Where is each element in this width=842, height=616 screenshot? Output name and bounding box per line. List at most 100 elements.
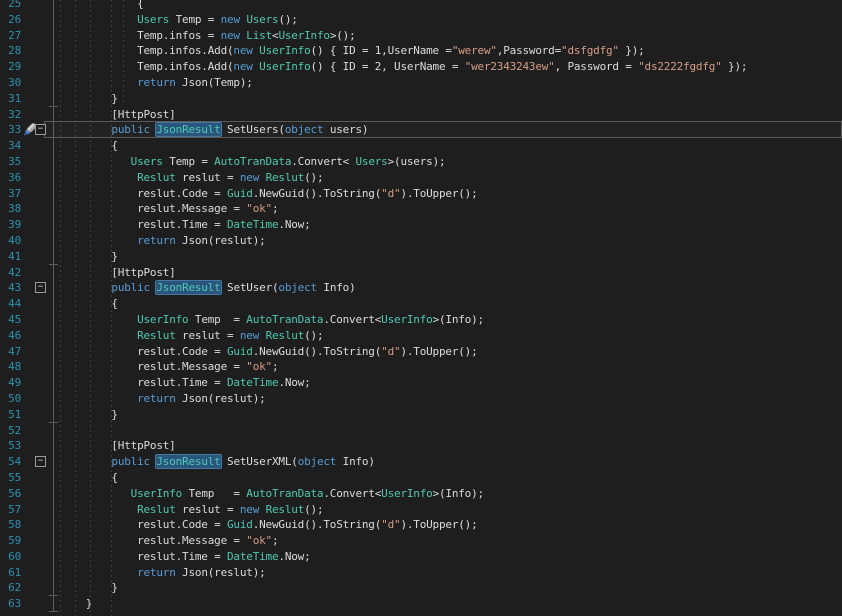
code-text[interactable]: return Json(reslut); [60, 391, 842, 407]
line-number[interactable]: 32 [0, 107, 22, 123]
fold-collapse-button[interactable]: − [35, 124, 46, 135]
code-text[interactable]: } [60, 596, 842, 612]
line-number[interactable]: 58 [0, 517, 22, 533]
glyph-margin[interactable] [22, 201, 44, 217]
line-number[interactable]: 41 [0, 249, 22, 265]
code-line[interactable]: 63 } [0, 596, 842, 612]
code-line[interactable]: 60 reslut.Time = DateTime.Now; [0, 549, 842, 565]
code-line[interactable]: 28 Temp.infos.Add(new UserInfo() { ID = … [0, 43, 842, 59]
glyph-margin[interactable] [22, 407, 44, 423]
code-line[interactable]: 40 return Json(reslut); [0, 233, 842, 249]
code-text[interactable]: } [60, 580, 842, 596]
line-number[interactable]: 49 [0, 375, 22, 391]
code-text[interactable]: reslut.Time = DateTime.Now; [60, 549, 842, 565]
code-line[interactable]: 46 Reslut reslut = new Reslut(); [0, 328, 842, 344]
code-line[interactable]: 38 reslut.Message = "ok"; [0, 201, 842, 217]
code-line[interactable]: 43− public JsonResult SetUser(object Inf… [0, 280, 842, 296]
line-number[interactable]: 60 [0, 549, 22, 565]
code-line[interactable]: 47 reslut.Code = Guid.NewGuid().ToString… [0, 344, 842, 360]
glyph-margin[interactable] [22, 186, 44, 202]
line-number[interactable]: 42 [0, 265, 22, 281]
glyph-margin[interactable] [22, 296, 44, 312]
glyph-margin[interactable] [22, 438, 44, 454]
glyph-margin[interactable] [22, 580, 44, 596]
line-number[interactable]: 34 [0, 138, 22, 154]
glyph-margin[interactable] [22, 154, 44, 170]
code-text[interactable]: { [60, 470, 842, 486]
fold-collapse-button[interactable]: − [35, 456, 46, 467]
code-text[interactable]: return Json(Temp); [60, 75, 842, 91]
line-number[interactable]: 40 [0, 233, 22, 249]
glyph-margin[interactable] [22, 12, 44, 28]
line-number[interactable]: 52 [0, 423, 22, 439]
code-text[interactable]: } [60, 249, 842, 265]
glyph-margin[interactable] [22, 423, 44, 439]
glyph-margin[interactable] [22, 565, 44, 581]
code-text[interactable]: { [60, 0, 842, 12]
code-line[interactable]: 39 reslut.Time = DateTime.Now; [0, 217, 842, 233]
glyph-margin[interactable] [22, 533, 44, 549]
code-text[interactable]: { [60, 296, 842, 312]
code-text[interactable]: reslut.Code = Guid.NewGuid().ToString("d… [60, 344, 842, 360]
code-line[interactable]: 52 [0, 423, 842, 439]
glyph-margin[interactable] [22, 502, 44, 518]
code-line[interactable]: 58 reslut.Code = Guid.NewGuid().ToString… [0, 517, 842, 533]
line-number[interactable]: 54 [0, 454, 22, 470]
code-line[interactable]: 42 [HttpPost] [0, 265, 842, 281]
code-text[interactable]: { [60, 138, 842, 154]
code-line[interactable]: 33 − public JsonResult SetUsers(object u… [0, 122, 842, 138]
code-line[interactable]: 26 Users Temp = new Users(); [0, 12, 842, 28]
line-number[interactable]: 53 [0, 438, 22, 454]
line-number[interactable]: 25 [0, 0, 22, 12]
line-number[interactable]: 56 [0, 486, 22, 502]
glyph-margin[interactable] [22, 375, 44, 391]
glyph-margin[interactable] [22, 517, 44, 533]
code-line[interactable]: 50 return Json(reslut); [0, 391, 842, 407]
code-line[interactable]: 54− public JsonResult SetUserXML(object … [0, 454, 842, 470]
line-number[interactable]: 35 [0, 154, 22, 170]
code-text[interactable]: [HttpPost] [60, 265, 842, 281]
code-line[interactable]: 62 } [0, 580, 842, 596]
code-line[interactable]: 56 UserInfo Temp = AutoTranData.Convert<… [0, 486, 842, 502]
code-line[interactable]: 51 } [0, 407, 842, 423]
code-text[interactable]: Users Temp = new Users(); [60, 12, 842, 28]
code-line[interactable]: 45 UserInfo Temp = AutoTranData.Convert<… [0, 312, 842, 328]
code-editor[interactable]: 25 {26 Users Temp = new Users();27 Temp.… [0, 0, 842, 616]
line-number[interactable]: 59 [0, 533, 22, 549]
code-text[interactable]: [HttpPost] [60, 107, 842, 123]
glyph-margin[interactable] [22, 91, 44, 107]
line-number[interactable]: 51 [0, 407, 22, 423]
line-number[interactable]: 26 [0, 12, 22, 28]
code-line[interactable]: 57 Reslut reslut = new Reslut(); [0, 502, 842, 518]
line-number[interactable]: 63 [0, 596, 22, 612]
code-text[interactable]: public JsonResult SetUsers(object users) [60, 122, 842, 138]
glyph-margin[interactable] [22, 359, 44, 375]
code-text[interactable]: } [60, 407, 842, 423]
glyph-margin[interactable] [22, 249, 44, 265]
code-line[interactable]: 53 [HttpPost] [0, 438, 842, 454]
code-text[interactable]: Temp.infos.Add(new UserInfo() { ID = 1,U… [60, 43, 842, 59]
line-number[interactable]: 47 [0, 344, 22, 360]
code-line[interactable]: 59 reslut.Message = "ok"; [0, 533, 842, 549]
code-line[interactable]: 41 } [0, 249, 842, 265]
code-line[interactable]: 37 reslut.Code = Guid.NewGuid().ToString… [0, 186, 842, 202]
glyph-margin[interactable] [22, 138, 44, 154]
code-text[interactable]: Temp.infos.Add(new UserInfo() { ID = 2, … [60, 59, 842, 75]
glyph-margin[interactable] [22, 265, 44, 281]
code-line[interactable]: 61 return Json(reslut); [0, 565, 842, 581]
glyph-margin[interactable] [22, 75, 44, 91]
code-line[interactable]: 48 reslut.Message = "ok"; [0, 359, 842, 375]
line-number[interactable]: 61 [0, 565, 22, 581]
glyph-margin[interactable] [22, 391, 44, 407]
line-number[interactable]: 62 [0, 580, 22, 596]
glyph-margin[interactable] [22, 233, 44, 249]
code-text[interactable]: reslut.Code = Guid.NewGuid().ToString("d… [60, 517, 842, 533]
code-text[interactable]: Temp.infos = new List<UserInfo>(); [60, 28, 842, 44]
line-number[interactable]: 48 [0, 359, 22, 375]
code-text[interactable]: Reslut reslut = new Reslut(); [60, 170, 842, 186]
code-line[interactable]: 55 { [0, 470, 842, 486]
code-text[interactable]: reslut.Message = "ok"; [60, 201, 842, 217]
line-number[interactable]: 43 [0, 280, 22, 296]
line-number[interactable]: 39 [0, 217, 22, 233]
code-text[interactable]: } [60, 91, 842, 107]
